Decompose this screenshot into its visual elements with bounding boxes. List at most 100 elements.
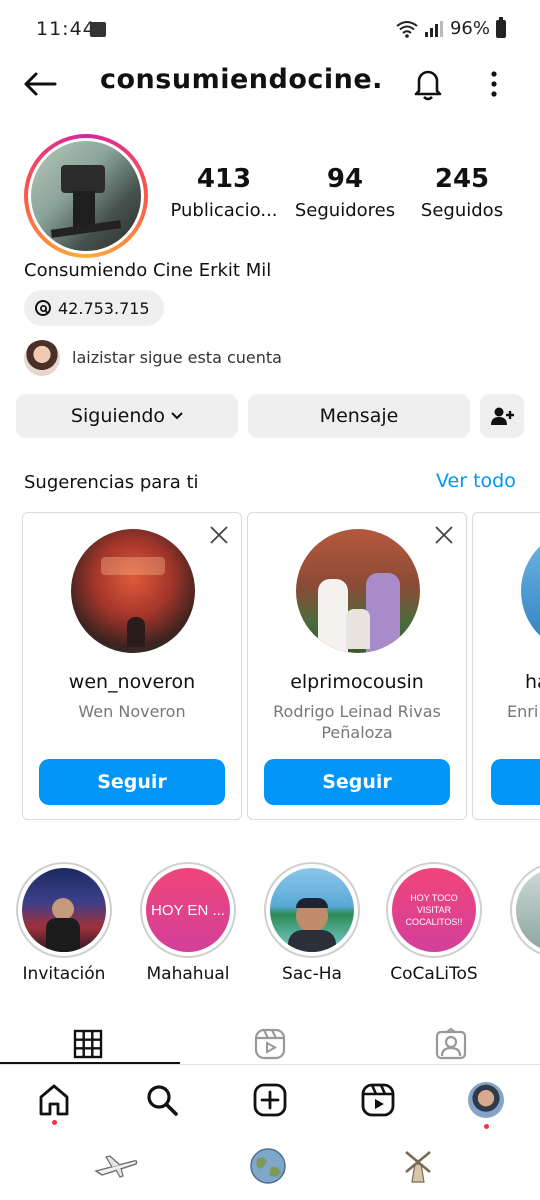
- nav-profile[interactable]: [464, 1080, 508, 1120]
- follow-button[interactable]: Seguir: [39, 759, 225, 805]
- add-post-icon: [253, 1083, 287, 1117]
- more-vertical-icon: [491, 71, 497, 97]
- message-label: Mensaje: [319, 405, 399, 427]
- followers-stat[interactable]: 94 Seguidores: [288, 164, 402, 221]
- highlight-label: Sac-Ha: [282, 964, 342, 984]
- message-button[interactable]: Mensaje: [248, 394, 470, 438]
- following-label: Seguidos: [420, 200, 504, 221]
- avatar-photo: [31, 141, 141, 251]
- close-icon: [210, 526, 228, 544]
- gallery-notification-icon: [90, 22, 106, 37]
- more-options-button[interactable]: [476, 62, 512, 106]
- status-time: 11:44: [36, 18, 96, 40]
- suggestion-card-partial[interactable]: ha Enri: [472, 512, 540, 820]
- highlight-cover: HOY TOCO VISITAR COCALITOS!!: [392, 868, 476, 952]
- highlight-cover: HOY EN ...: [146, 868, 230, 952]
- highlight-cover-text: HOY EN ...: [151, 901, 225, 919]
- dismiss-suggestion-button[interactable]: [432, 523, 456, 547]
- close-icon: [435, 526, 453, 544]
- suggestion-avatar[interactable]: [296, 529, 420, 653]
- back-arrow-icon: [24, 72, 57, 96]
- nav-reels[interactable]: [356, 1080, 400, 1120]
- profile-notification-dot: [484, 1124, 489, 1129]
- back-button[interactable]: [18, 64, 62, 104]
- following-button[interactable]: Siguiendo: [16, 394, 238, 438]
- posts-label: Publicacio...: [170, 200, 278, 221]
- suggestion-full-name: Rodrigo Leinad Rivas Peñaloza: [273, 702, 441, 742]
- followers-label: Seguidores: [294, 200, 396, 221]
- suggestions-title: Sugerencias para ti: [24, 472, 199, 493]
- discover-people-button[interactable]: [480, 394, 524, 438]
- follow-button[interactable]: Seguir: [264, 759, 450, 805]
- suggestion-card[interactable]: wen_noveron Wen Noveron Seguir: [22, 512, 242, 820]
- suggestion-card[interactable]: elprimocousin Rodrigo Leinad Rivas Peñal…: [247, 512, 467, 820]
- highlight-cover-text: HOY TOCO VISITAR COCALITOS!!: [405, 893, 463, 927]
- reels-icon: [361, 1083, 395, 1117]
- followers-count: 94: [326, 164, 364, 194]
- bottom-nav-divider: [0, 1064, 540, 1065]
- windmill-icon: [405, 1151, 431, 1183]
- nav-home[interactable]: [32, 1080, 76, 1120]
- add-user-icon: [491, 407, 514, 425]
- signal-icon: [424, 20, 443, 37]
- threads-icon: [35, 300, 51, 316]
- highlight-item[interactable]: HOY TOCO VISITAR COCALITOS!! CoCaLiToS: [386, 862, 482, 984]
- battery-percent: 96%: [449, 18, 490, 39]
- battery-icon: [496, 16, 506, 38]
- notifications-button[interactable]: [404, 62, 452, 106]
- highlight-item[interactable]: Sac-Ha: [264, 862, 360, 984]
- mutual-follower-text[interactable]: laizistar sigue esta cuenta: [72, 348, 282, 367]
- profile-username-title: consumiendocine...: [100, 64, 380, 95]
- tab-tagged[interactable]: [431, 1024, 471, 1064]
- highlight-item[interactable]: Invitación: [16, 862, 112, 984]
- home-icon: [39, 1084, 69, 1116]
- nav-search[interactable]: [140, 1080, 184, 1120]
- wifi-icon: [396, 20, 418, 38]
- reels-icon: [254, 1028, 286, 1060]
- tab-posts-grid[interactable]: [68, 1024, 108, 1064]
- highlight-cover: [270, 868, 354, 952]
- suggestion-username[interactable]: elprimocousin: [248, 671, 466, 693]
- status-indicators: 96%: [396, 16, 506, 39]
- suggestion-full-name: Wen Noveron: [78, 702, 186, 721]
- search-icon: [147, 1085, 178, 1116]
- airplane-icon: [94, 1155, 138, 1178]
- follow-button[interactable]: [491, 759, 540, 805]
- following-label: Siguiendo: [70, 405, 166, 427]
- suggestion-avatar[interactable]: [521, 529, 540, 653]
- posts-count: 413: [196, 164, 252, 194]
- see-all-link[interactable]: Ver todo: [436, 470, 516, 492]
- following-stat[interactable]: 245 Seguidos: [414, 164, 510, 221]
- system-globe-button[interactable]: [246, 1146, 290, 1186]
- highlight-label: Invitación: [22, 964, 106, 984]
- threads-handle: 42.753.715: [58, 298, 150, 318]
- highlight-item[interactable]: HOY EN ... Mahahual: [140, 862, 236, 984]
- mutual-follower-avatar[interactable]: [24, 340, 60, 376]
- suggestion-username[interactable]: wen_noveron: [23, 671, 241, 693]
- dismiss-suggestion-button[interactable]: [207, 523, 231, 547]
- highlight-label: CoCaLiToS: [390, 964, 478, 984]
- profile-avatar[interactable]: [24, 134, 148, 258]
- posts-stat[interactable]: 413 Publicacio...: [166, 164, 282, 221]
- grid-icon: [73, 1029, 103, 1059]
- suggestion-full-name: Enri: [507, 702, 539, 721]
- following-count: 245: [434, 164, 490, 194]
- highlight-label: Mahahual: [146, 964, 230, 984]
- nav-create[interactable]: [248, 1080, 292, 1120]
- tagged-person-icon: [435, 1028, 467, 1060]
- globe-icon: [250, 1148, 286, 1184]
- system-windmill-button[interactable]: [396, 1146, 440, 1186]
- highlight-cover: [516, 868, 540, 952]
- suggestion-avatar[interactable]: [71, 529, 195, 653]
- threads-badge[interactable]: 42.753.715: [24, 290, 164, 326]
- highlight-cover: [22, 868, 106, 952]
- tab-reels[interactable]: [250, 1024, 290, 1064]
- suggestion-username[interactable]: ha: [473, 671, 540, 693]
- highlight-item-partial[interactable]: [510, 862, 540, 958]
- profile-nav-avatar: [468, 1082, 504, 1118]
- chevron-down-icon: [171, 412, 183, 420]
- home-notification-dot: [52, 1120, 57, 1125]
- system-airplane-button[interactable]: [94, 1146, 138, 1186]
- bell-icon: [414, 70, 442, 101]
- profile-full-name: Consumiendo Cine Erkit Mil: [24, 260, 272, 281]
